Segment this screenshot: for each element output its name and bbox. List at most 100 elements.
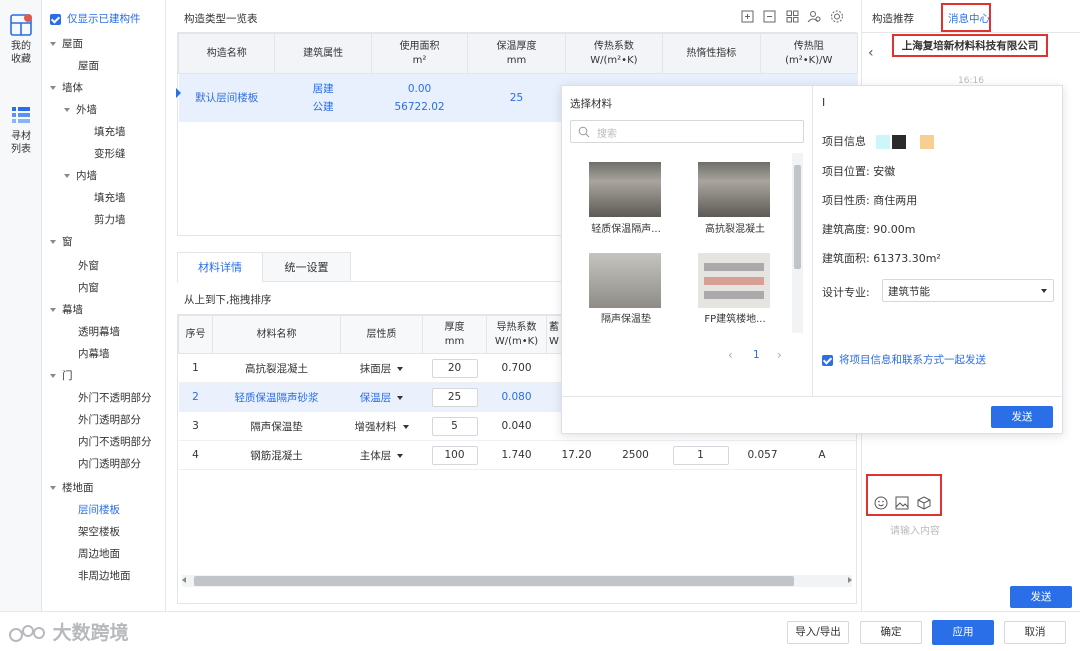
chevron-down-icon[interactable] <box>50 308 56 312</box>
tree-node[interactable]: 变形缝 <box>94 146 126 161</box>
thickness-input[interactable]: 100 <box>431 445 478 465</box>
favorites-label-1: 我的 <box>11 41 31 52</box>
tree-node[interactable]: 填充墙 <box>94 190 126 205</box>
emoji-icon[interactable] <box>874 496 888 510</box>
tree-node[interactable]: 外墙 <box>64 102 97 117</box>
popup-send-button[interactable]: 发送 <box>991 406 1053 428</box>
page-number[interactable]: 1 <box>753 349 760 361</box>
scroll-right-icon[interactable] <box>848 577 852 583</box>
chevron-down-icon[interactable] <box>64 174 70 178</box>
show-built-checkbox[interactable]: 仅显示已建构件 <box>50 11 141 26</box>
tree-node[interactable]: 外窗 <box>78 258 99 273</box>
material-search-input[interactable]: 搜索 <box>570 120 804 143</box>
import-export-button[interactable]: 导入/导出 <box>787 621 849 644</box>
layout-icon[interactable] <box>786 10 799 23</box>
confirm-button[interactable]: 确定 <box>860 621 922 644</box>
value-input[interactable]: 1 <box>672 445 729 465</box>
chat-toolbar <box>874 495 936 511</box>
material-thumb[interactable] <box>589 253 661 308</box>
vertical-scrollbar[interactable] <box>792 153 803 333</box>
thickness-input[interactable]: 20 <box>431 358 478 378</box>
table-row[interactable]: 4 钢筋混凝土 主体层 100 1.740 17.20 2500 1 0.057 A <box>178 440 856 470</box>
material-name[interactable]: 隔声保温垫 <box>579 310 673 325</box>
thickness-cell: 100 <box>422 440 487 470</box>
tab-material-details[interactable]: 材料详情 <box>177 252 263 283</box>
send-info-checkbox[interactable]: 将项目信息和联系方式一起发送 <box>822 352 986 367</box>
users-icon[interactable] <box>807 11 821 23</box>
thickness-input[interactable]: 5 <box>431 416 478 436</box>
tree-node[interactable]: 幕墙 <box>50 302 83 317</box>
col-header: 传热系数 W/(m²•K) <box>564 33 664 74</box>
tree-node[interactable]: 透明幕墙 <box>78 324 120 339</box>
building-height: 建筑高度: 90.00m <box>822 223 916 236</box>
left-icon-bar: 我的 收藏 寻材 列表 <box>0 0 42 611</box>
chevron-down-icon[interactable] <box>64 108 70 112</box>
tree-node[interactable]: 窗 <box>50 234 73 249</box>
material-list-nav[interactable]: 寻材 列表 <box>0 106 42 156</box>
insulation-thickness: 25 <box>467 73 566 122</box>
chevron-down-icon[interactable] <box>50 374 56 378</box>
chevron-down-icon[interactable] <box>50 486 56 490</box>
row-number: 2 <box>178 382 213 412</box>
material-thumb[interactable] <box>698 253 770 308</box>
tree-node-label: 内幕墙 <box>78 348 110 360</box>
tree-node[interactable]: 内墙 <box>64 168 97 183</box>
layer-type-select[interactable]: 抹面层 <box>340 353 423 383</box>
tree-node[interactable]: 内幕墙 <box>78 346 110 361</box>
design-select[interactable]: 建筑节能 <box>882 279 1054 302</box>
image-icon[interactable] <box>895 496 909 510</box>
gear-icon[interactable] <box>831 10 843 23</box>
tree-node[interactable]: 填充墙 <box>94 124 126 139</box>
chevron-down-icon[interactable] <box>50 240 56 244</box>
tree-node-label: 幕墙 <box>62 304 83 316</box>
material-name[interactable]: 轻质保温隔声... <box>579 220 673 235</box>
tree-node-label: 屋面 <box>62 38 83 50</box>
tree-node[interactable]: 剪力墙 <box>94 212 126 227</box>
tree-node[interactable]: 屋面 <box>50 36 83 51</box>
tree-node[interactable]: 内门不透明部分 <box>78 434 152 449</box>
chat-input[interactable]: 请输入内容 <box>890 522 940 537</box>
cube-icon[interactable] <box>917 496 931 510</box>
search-icon <box>578 126 590 138</box>
material-thumb[interactable] <box>589 162 661 217</box>
tree-node[interactable]: 门 <box>50 368 73 383</box>
back-icon[interactable]: ‹ <box>868 45 874 61</box>
tree-node[interactable]: 层间楼板 <box>78 502 120 517</box>
scroll-left-icon[interactable] <box>182 577 186 583</box>
thickness-input[interactable]: 25 <box>431 387 478 407</box>
col-header: 构造名称 <box>177 33 276 74</box>
tree-node[interactable]: 架空楼板 <box>78 524 120 539</box>
layer-type-select[interactable]: 增强材料 <box>340 411 423 441</box>
tree-node[interactable]: 楼地面 <box>50 480 94 495</box>
prev-page-icon[interactable]: ‹ <box>728 348 733 362</box>
tree-node[interactable]: 非周边地面 <box>78 568 131 583</box>
tab-recommend[interactable]: 构造推荐 <box>872 11 914 26</box>
scrollbar-thumb[interactable] <box>194 576 794 586</box>
material-name[interactable]: FP建筑楼地... <box>688 310 782 325</box>
tree-node[interactable]: 墙体 <box>50 80 83 95</box>
color-swatch <box>919 135 934 149</box>
tree-node[interactable]: 内门透明部分 <box>78 456 141 471</box>
layer-type-select[interactable]: 主体层 <box>340 440 423 470</box>
cancel-button[interactable]: 取消 <box>1004 621 1066 644</box>
tree-node[interactable]: 内窗 <box>78 280 99 295</box>
tab-unified-settings[interactable]: 统一设置 <box>263 252 351 282</box>
layer-type-select[interactable]: 保温层 <box>340 382 423 412</box>
minus-icon[interactable] <box>763 10 776 23</box>
chevron-down-icon[interactable] <box>50 86 56 90</box>
chevron-down-icon[interactable] <box>50 42 56 46</box>
add-icon[interactable] <box>741 10 754 23</box>
tree-node-label: 外门透明部分 <box>78 414 141 426</box>
favorites-nav[interactable]: 我的 收藏 <box>0 14 42 66</box>
apply-button[interactable]: 应用 <box>932 620 994 645</box>
horizontal-scrollbar[interactable] <box>182 575 852 587</box>
next-page-icon[interactable]: › <box>777 348 782 362</box>
material-name[interactable]: 高抗裂混凝土 <box>688 220 782 235</box>
chat-send-button[interactable]: 发送 <box>1010 586 1072 608</box>
tree-node[interactable]: 外门透明部分 <box>78 412 141 427</box>
tree-node[interactable]: 周边地面 <box>78 546 120 561</box>
tree-node[interactable]: 外门不透明部分 <box>78 390 152 405</box>
tree-node-label: 外门不透明部分 <box>78 392 152 404</box>
tree-node[interactable]: 屋面 <box>78 58 99 73</box>
material-thumb[interactable] <box>698 162 770 217</box>
